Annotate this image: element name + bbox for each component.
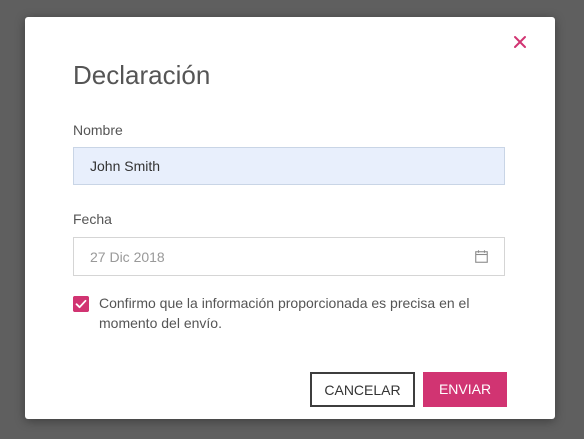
- calendar-icon[interactable]: [475, 250, 488, 263]
- dialog-title: Declaración: [73, 60, 211, 90]
- close-icon[interactable]: [513, 35, 527, 49]
- confirm-checkbox[interactable]: [73, 296, 89, 312]
- name-input[interactable]: [73, 147, 505, 185]
- date-input[interactable]: [74, 238, 486, 275]
- cancel-button[interactable]: CANCELAR: [310, 372, 415, 407]
- date-label: Fecha: [73, 211, 112, 227]
- date-field: [73, 237, 505, 276]
- name-label: Nombre: [73, 122, 123, 138]
- submit-button[interactable]: ENVIAR: [423, 372, 507, 407]
- declaration-dialog: Declaración Nombre Fecha Confirmo que la…: [25, 17, 555, 419]
- confirm-label[interactable]: Confirmo que la información proporcionad…: [99, 293, 519, 333]
